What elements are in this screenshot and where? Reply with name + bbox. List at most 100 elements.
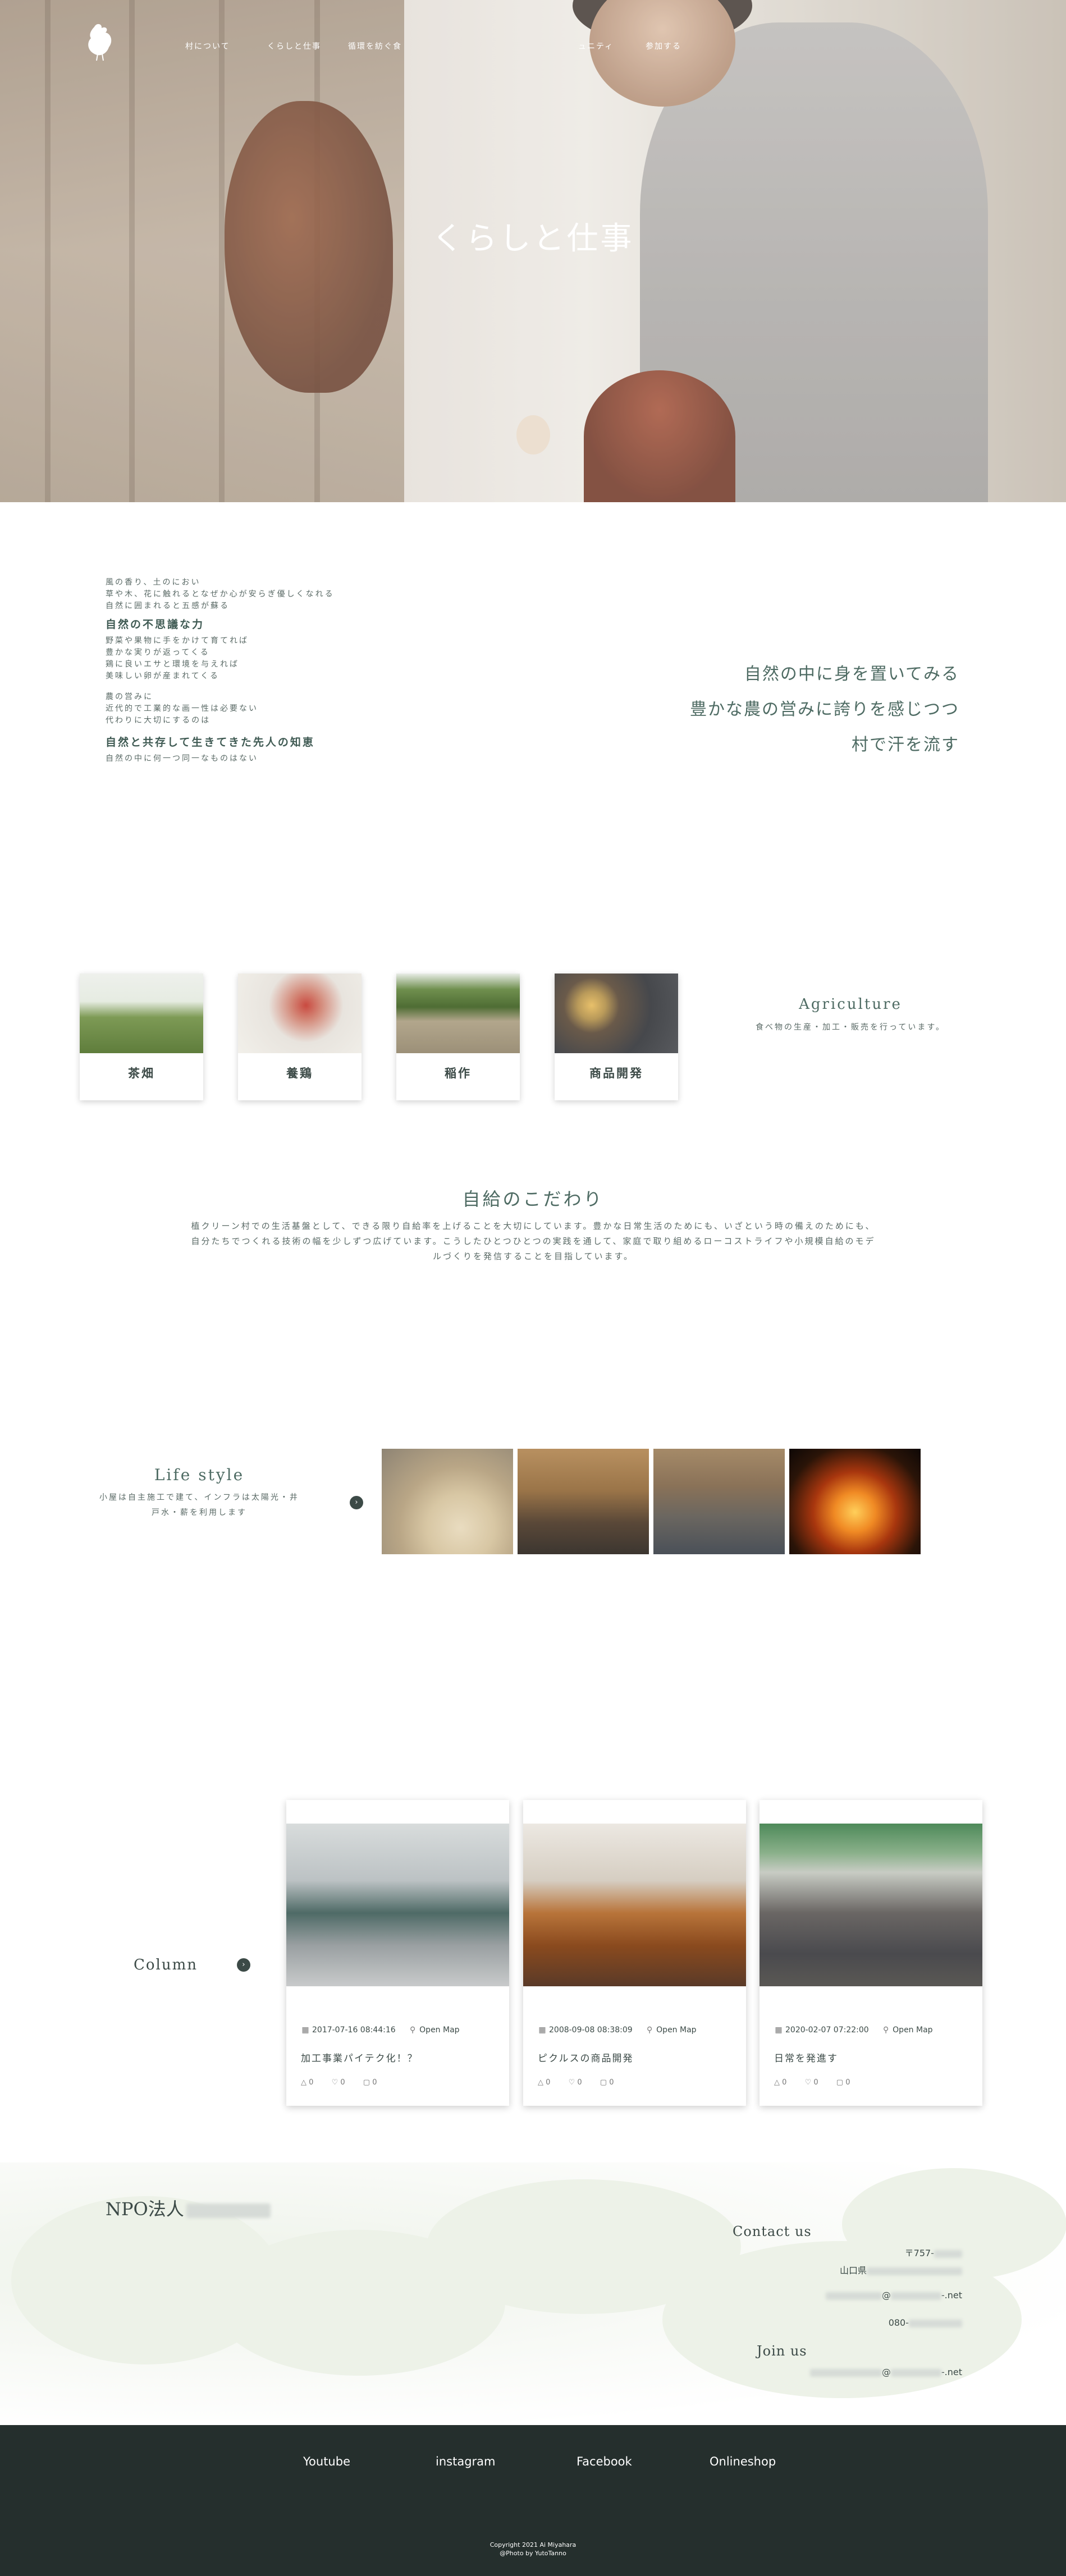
- address: 山口県: [840, 2263, 962, 2276]
- intro-text: 風の香り、土のにおい 草や木、花に触れるとなぜか心が安らぎ優しくなれる 自然に囲…: [106, 577, 420, 765]
- calendar-icon: ▦: [538, 2026, 546, 2035]
- intro-line: 草や木、花に触れるとなぜか心が安らぎ優しくなれる: [106, 590, 335, 599]
- column-date: 2017-07-16 08:44:16: [312, 2026, 396, 2035]
- column-card-title[interactable]: 加工事業パイテク化！？: [301, 2050, 418, 2064]
- statement-line: 村で汗を流す: [852, 735, 959, 755]
- comment-count[interactable]: ▢ 0: [363, 2078, 385, 2087]
- like-count[interactable]: △ 0: [538, 2078, 558, 2087]
- calendar-icon: ▦: [775, 2026, 783, 2035]
- column-meta: ▦ 2017-07-16 08:44:16 ⚲ Open Map: [301, 2026, 459, 2035]
- nav-item-community[interactable]: ュニティ: [578, 40, 614, 52]
- org-name: NPO法人: [106, 2195, 271, 2221]
- phone[interactable]: 080-: [889, 2317, 962, 2328]
- intro-heading: 自然と共存して生きてきた先人の知恵: [106, 736, 315, 749]
- lifestyle-photo-fire[interactable]: [789, 1449, 921, 1554]
- text-line: 戸水・薪を利用します: [152, 1508, 247, 1517]
- column-title: Column: [133, 1957, 198, 1973]
- copyright: Copyright 2021 Ai Miyahara @Photo by Yut…: [489, 2541, 577, 2557]
- column-image-gathering: [760, 1824, 982, 1986]
- column-card[interactable]: ▦ 2017-07-16 08:44:16 ⚲ Open Map 加工事業パイテク化…: [286, 1800, 509, 2106]
- lifestyle-photo-beans[interactable]: [382, 1449, 513, 1554]
- column-meta: ▦ 2008-09-08 08:38:09 ⚲ Open Map: [538, 2026, 696, 2035]
- comment-count[interactable]: ▢ 0: [836, 2078, 858, 2087]
- agri-card-rice[interactable]: 稲作: [396, 974, 520, 1100]
- pin-icon: ⚲: [410, 2026, 416, 2035]
- intro-statement: 自然の中に身を置いてみる 豊かな農の営みに誇りを感じつつ 村で汗を流す: [600, 656, 959, 763]
- statement-line: 豊かな農の営みに誇りを感じつつ: [690, 700, 959, 719]
- column-card-title[interactable]: 日常を発進す: [774, 2050, 838, 2064]
- pin-icon: ⚲: [883, 2026, 889, 2035]
- column-meta: ▦ 2020-02-07 07:22:00 ⚲ Open Map: [774, 2026, 932, 2035]
- agri-card-products[interactable]: 商品開発: [555, 974, 678, 1100]
- intro-line: 風の香り、土のにおい: [106, 578, 201, 587]
- tea-field-image: [80, 974, 203, 1053]
- text-line: 小屋は自主施工で建て、インフラは太陽光・井: [99, 1493, 299, 1502]
- agri-card-label: 養鶏: [286, 1067, 313, 1080]
- agri-card-label: 茶畑: [128, 1067, 155, 1080]
- chicken-image: [238, 974, 362, 1053]
- intro-line: 代わりに大切にするのは: [106, 716, 211, 725]
- nav-item-life-work[interactable]: くらしと仕事: [267, 40, 321, 52]
- nav-item-join[interactable]: 参加する: [646, 40, 681, 52]
- column-stats: △ 0 ♡ 0 ▢ 0: [301, 2078, 392, 2087]
- heart-count[interactable]: ♡ 0: [332, 2078, 353, 2087]
- heart-count[interactable]: ♡ 0: [569, 2078, 590, 2087]
- email[interactable]: @ -.net: [825, 2290, 962, 2301]
- lifestyle-title: Life style: [154, 1466, 245, 1484]
- open-map-link[interactable]: Open Map: [893, 2026, 932, 2035]
- page-title: くらしと仕事: [432, 221, 634, 257]
- agri-card-tea[interactable]: 茶畑: [80, 974, 203, 1100]
- tea-set-image: [555, 974, 678, 1053]
- open-map-link[interactable]: Open Map: [656, 2026, 696, 2035]
- column-date: 2020-02-07 07:22:00: [785, 2026, 869, 2035]
- comment-count[interactable]: ▢ 0: [600, 2078, 622, 2087]
- heart-count[interactable]: ♡ 0: [805, 2078, 826, 2087]
- text-line: 植クリーン村での生活基盤として、できる限り自給率を上げることを大切にしています。…: [191, 1221, 876, 1231]
- statement-line: 自然の中に身を置いてみる: [744, 664, 959, 684]
- calendar-icon: ▦: [301, 2026, 309, 2035]
- intro-line: 美味しい卵が産まれてくる: [106, 672, 219, 681]
- lifestyle-photo-workshop[interactable]: [653, 1449, 785, 1554]
- intro-line: 野菜や果物に手をかけて育てれば: [106, 636, 249, 645]
- intro-heading: 自然の不思議な力: [106, 618, 205, 631]
- agriculture-subtitle: 食べ物の生産・加工・販売を行っています。: [756, 1023, 945, 1032]
- contact-heading: Contact us: [733, 2224, 812, 2239]
- rice-field-image: [396, 974, 520, 1053]
- lifestyle-photo-room[interactable]: [518, 1449, 649, 1554]
- nav-item-about[interactable]: 村について: [185, 40, 230, 52]
- join-heading: Join us: [757, 2343, 807, 2359]
- column-stats: △ 0 ♡ 0 ▢ 0: [538, 2078, 629, 2087]
- footer-link-instagram[interactable]: instagram: [436, 2455, 495, 2468]
- intro-line: 自然に囲まれると五感が蘇る: [106, 601, 230, 610]
- lifestyle-arrow-icon[interactable]: ›: [350, 1496, 363, 1509]
- like-count[interactable]: △ 0: [301, 2078, 321, 2087]
- join-email[interactable]: @ -.net: [809, 2367, 962, 2377]
- footer-link-facebook[interactable]: Facebook: [577, 2455, 632, 2468]
- like-count[interactable]: △ 0: [774, 2078, 794, 2087]
- column-card[interactable]: ▦ 2008-09-08 08:38:09 ⚲ Open Map ピクルスの商品開発…: [523, 1800, 746, 2106]
- open-map-link[interactable]: Open Map: [419, 2026, 459, 2035]
- intro-line: 豊かな実りが返ってくる: [106, 648, 210, 657]
- footer-link-youtube[interactable]: Youtube: [303, 2455, 350, 2468]
- agri-card-poultry[interactable]: 養鶏: [238, 974, 362, 1100]
- text-line: ルづくりを発信することを目指しています。: [432, 1251, 634, 1261]
- nav-item-food[interactable]: 循環を紡ぐ食: [348, 40, 402, 52]
- text-line: 自分たちでつくれる技術の幅を少しずつ広げています。こうしたひとつひとつの実践を通…: [191, 1236, 876, 1246]
- column-date: 2008-09-08 08:38:09: [549, 2026, 633, 2035]
- main-nav: 村について くらしと仕事 循環を紡ぐ食 ュニティ 参加する: [0, 40, 1066, 57]
- column-card-title[interactable]: ピクルスの商品開発: [538, 2050, 634, 2064]
- column-image-machine: [286, 1824, 509, 1986]
- column-stats: △ 0 ♡ 0 ▢ 0: [774, 2078, 866, 2087]
- self-sufficiency-title: 自給のこだわり: [462, 1188, 604, 1210]
- intro-line: 自然の中に何一つ同一なものはない: [106, 754, 258, 763]
- intro-line: 近代的で工業的な画一性は必要ない: [106, 704, 258, 713]
- agriculture-title: Agriculture: [799, 996, 902, 1013]
- column-arrow-icon[interactable]: ›: [237, 1958, 250, 1972]
- agri-card-label: 商品開発: [589, 1067, 643, 1080]
- lifestyle-text: 小屋は自主施工で建て、インフラは太陽光・井 戸水・薪を利用します: [73, 1490, 326, 1521]
- agri-card-label: 稲作: [445, 1067, 472, 1080]
- footer-link-onlineshop[interactable]: Onlineshop: [710, 2455, 776, 2468]
- intro-line: 農の営みに: [106, 692, 153, 701]
- postal-code: 〒757-: [905, 2246, 962, 2259]
- column-card[interactable]: ▦ 2020-02-07 07:22:00 ⚲ Open Map 日常を発進す △ …: [760, 1800, 982, 2106]
